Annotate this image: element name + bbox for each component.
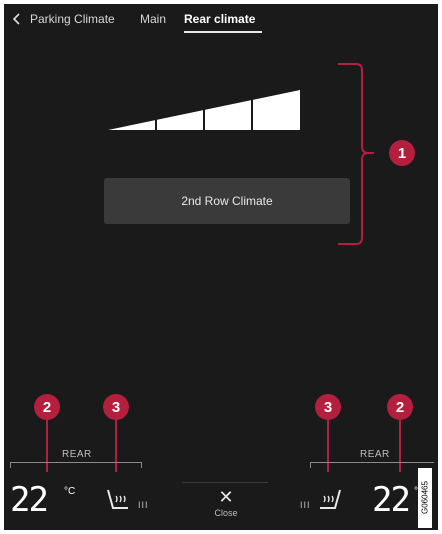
tab-parking-climate[interactable]: Parking Climate: [30, 12, 115, 26]
seat-heat-left-icon[interactable]: [104, 486, 132, 514]
rear-zone-divider-left: [10, 462, 142, 463]
seat-heat-right-icon[interactable]: [316, 486, 344, 514]
rear-zone-tick: [141, 462, 142, 468]
callout-3-right-line: [327, 420, 329, 472]
callout-1: 1: [389, 140, 415, 166]
close-label: Close: [214, 508, 238, 518]
climate-screen: Parking Climate Main Rear climate 2nd Ro…: [4, 4, 438, 530]
chevron-left-icon[interactable]: [10, 12, 24, 26]
rear-zone-divider-right: [310, 462, 434, 463]
rear-zone-label-left: REAR: [62, 449, 92, 460]
active-tab-indicator: [184, 31, 262, 33]
close-icon: ✕: [218, 487, 234, 507]
callout-3-right: 3: [315, 394, 341, 420]
seat-heat-level-right: III: [300, 500, 311, 510]
callout-2-left: 2: [34, 394, 60, 420]
callout-3-left-line: [115, 420, 117, 472]
top-nav: Parking Climate Main Rear climate: [4, 4, 438, 38]
temperature-unit-left: °C: [64, 486, 76, 497]
rear-zone-tick: [10, 462, 11, 468]
callout-3-left: 3: [103, 394, 129, 420]
callout-2-right-line: [399, 420, 401, 472]
callout-bracket: [338, 63, 374, 245]
tab-rear-climate[interactable]: Rear climate: [184, 12, 255, 26]
second-row-climate-button[interactable]: 2nd Row Climate: [104, 178, 350, 224]
callout-2-right: 2: [387, 394, 413, 420]
seat-heat-level-left: III: [138, 500, 149, 510]
rear-zone-tick: [310, 462, 311, 468]
close-button[interactable]: ✕ Close: [184, 482, 268, 530]
temperature-right[interactable]: 22: [372, 480, 411, 520]
fan-level-control[interactable]: [104, 88, 304, 132]
image-code: G060465: [418, 468, 432, 528]
callout-2-left-line: [46, 420, 48, 472]
temperature-left[interactable]: 22: [10, 480, 49, 520]
rear-zone-label-right: REAR: [360, 449, 390, 460]
tab-main[interactable]: Main: [140, 12, 166, 26]
